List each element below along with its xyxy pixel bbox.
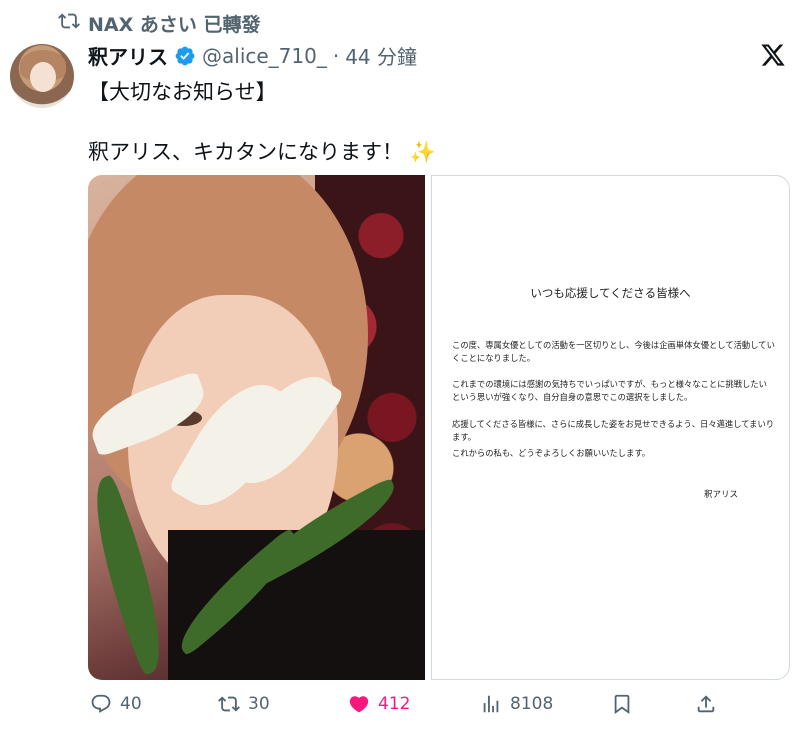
repost-count: 30 <box>248 694 270 714</box>
like-count: 412 <box>378 694 411 714</box>
retweet-text: NAX あさい 已轉發 <box>88 14 261 36</box>
announcement-letter-image[interactable]: いつも応援してくださる皆様へ この度、専属女優としての活動を一区切りとし、今後は… <box>431 175 790 680</box>
letter-signature: 釈アリス <box>704 490 739 500</box>
retweet-indicator[interactable]: NAX あさい 已轉發 <box>58 10 261 37</box>
tweet-header: 釈アリス @alice_710_ · 44 分鐘 <box>88 41 417 70</box>
sparkles-emoji: ✨ <box>409 140 436 164</box>
x-logo-icon[interactable] <box>760 42 786 68</box>
letter-heading: いつも応援してくださる皆様へ <box>530 286 691 300</box>
reply-count: 40 <box>120 694 142 714</box>
tweet-body-text: 釈アリス、キカタンになります！ <box>88 140 403 164</box>
post-time[interactable]: 44 分鐘 <box>345 41 417 70</box>
action-bar: 40 30 412 8108 <box>88 693 788 721</box>
share-icon <box>695 693 717 715</box>
display-name[interactable]: 釈アリス <box>88 41 168 70</box>
avatar[interactable] <box>10 44 74 108</box>
separator-dot: · <box>332 43 340 68</box>
portrait-photo[interactable] <box>88 175 426 680</box>
letter-paragraph: この度、専属女優としての活動を一区切りとし、今後は企画単体女優として活動していく… <box>452 340 775 363</box>
retweet-icon <box>58 10 80 37</box>
heart-filled-icon <box>348 693 370 715</box>
bookmark-button[interactable] <box>611 693 633 715</box>
tweet-body: 釈アリス、キカタンになります！ ✨ <box>88 136 436 166</box>
tweet-title: 【大切なお知らせ】 <box>88 80 277 104</box>
share-button[interactable] <box>695 693 717 715</box>
like-button[interactable]: 412 <box>348 693 410 715</box>
verified-badge-icon <box>174 45 196 67</box>
analytics-icon <box>480 693 502 715</box>
views-button[interactable]: 8108 <box>480 693 553 715</box>
reply-button[interactable]: 40 <box>90 693 142 715</box>
letter-paragraph: これまでの環境には感謝の気持ちでいっぱいですが、もっと様々なことに挑戦したいとい… <box>452 379 767 402</box>
views-count: 8108 <box>510 694 554 714</box>
repost-button[interactable]: 30 <box>218 693 270 715</box>
repost-icon <box>218 693 240 715</box>
media-grid: いつも応援してくださる皆様へ この度、専属女優としての活動を一区切りとし、今後は… <box>88 175 790 680</box>
bookmark-icon <box>611 693 633 715</box>
reply-icon <box>90 693 112 715</box>
author-handle[interactable]: @alice_710_ <box>202 44 327 68</box>
letter-paragraph: これからの私も、どうぞよろしくお願いいたします。 <box>452 448 651 458</box>
letter-paragraph: 応援してくださる皆様に、さらに成長した姿をお見せできるよう、日々邁進してまいりま… <box>452 419 775 442</box>
